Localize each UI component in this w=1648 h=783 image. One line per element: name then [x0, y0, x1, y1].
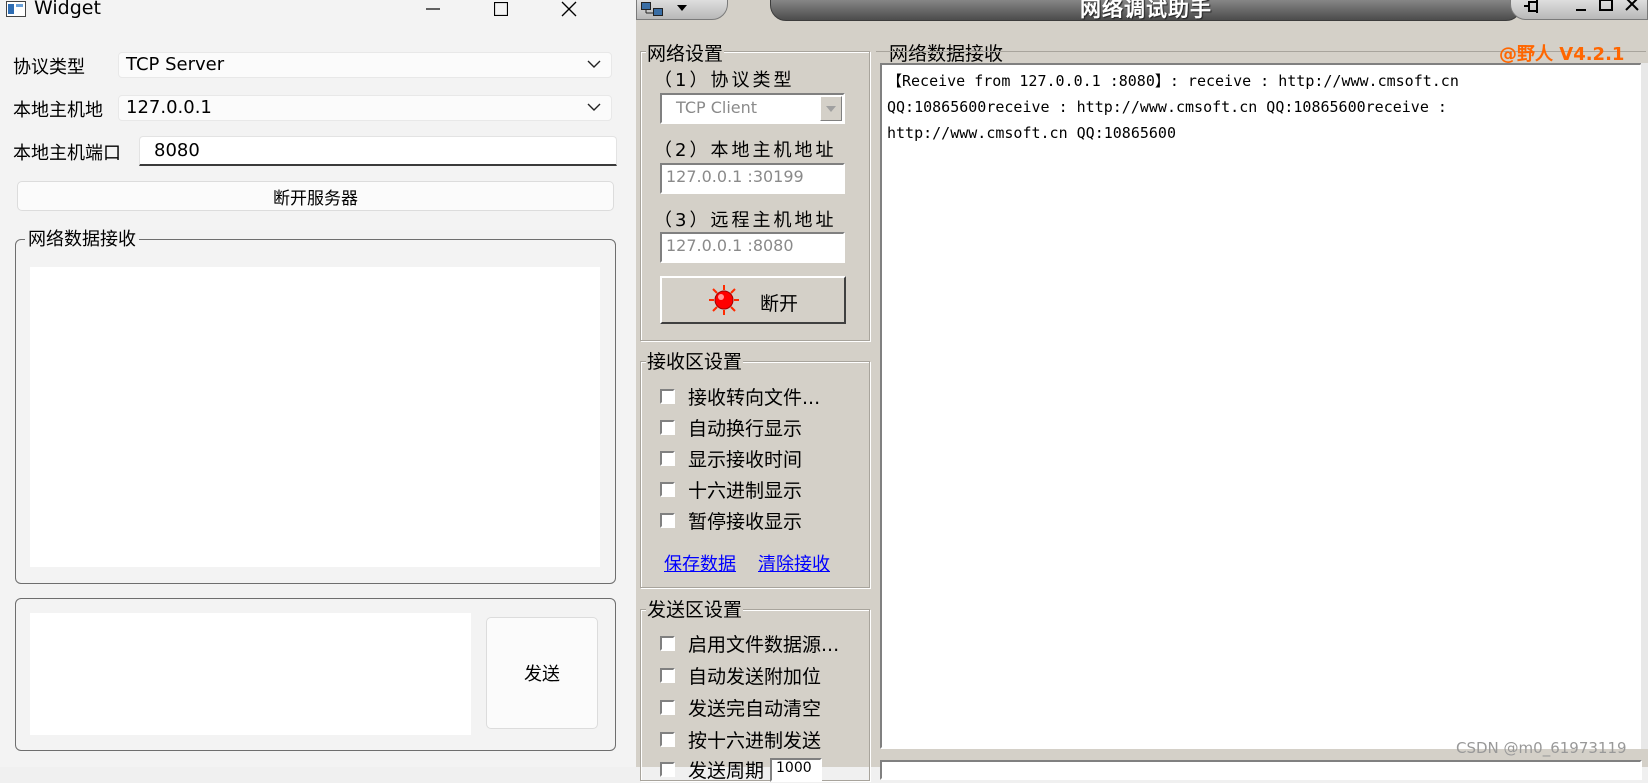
option-label: 自动发送附加位 [688, 666, 822, 688]
close-button[interactable] [546, 0, 592, 22]
title-banner: 网络调试助手 [770, 0, 1522, 21]
system-menu[interactable] [636, 0, 728, 20]
recv-display[interactable]: 【Receive from 127.0.0.1 :8080】: receive … [880, 63, 1642, 749]
option-label: 十六进制显示 [688, 480, 803, 502]
dropdown-arrow-icon [677, 5, 687, 11]
disconnect-button[interactable]: 断开 [660, 276, 846, 324]
window-title: 网络调试助手 [1080, 0, 1212, 21]
minimize-icon[interactable] [1575, 0, 1587, 13]
local-address-field[interactable]: 127.0.0.1 :30199 [660, 163, 845, 194]
save-data-link[interactable]: 保存数据 [664, 550, 736, 576]
maximize-button[interactable] [478, 0, 524, 22]
maximize-icon [494, 2, 508, 16]
watermark: CSDN @m0_61973119 [1456, 739, 1627, 757]
checkbox[interactable] [660, 451, 675, 466]
qt-widget-window: Widget 协议类型 TCP Server 本地主机地 127.0.0.1 本… [0, 0, 636, 767]
title-bar: Widget [0, 0, 636, 28]
netassist-window: 网络调试助手 网络设置 （1）协议类型 TCP Client （2）本地主机地址… [636, 0, 1648, 782]
send-option-autoclear[interactable]: 发送完自动清空 [660, 694, 821, 721]
protocol-value: TCP Server [126, 54, 225, 75]
port-value: 8080 [154, 140, 200, 161]
recv-option-redirect[interactable]: 接收转向文件... [660, 383, 820, 410]
checkbox[interactable] [660, 732, 675, 747]
send-option-append[interactable]: 自动发送附加位 [660, 662, 821, 689]
app-icon [641, 2, 663, 16]
remote-address-field[interactable]: 127.0.0.1 :8080 [660, 232, 845, 263]
host-select[interactable]: 127.0.0.1 [118, 95, 612, 121]
protocol-label: 协议类型 [13, 57, 85, 78]
title-bar: 网络调试助手 [636, 0, 1648, 27]
port-input[interactable]: 8080 [139, 136, 617, 166]
maximize-icon[interactable] [1599, 0, 1613, 11]
send-button[interactable]: 发送 [486, 617, 598, 729]
net-settings-title: 网络设置 [646, 39, 725, 66]
dropdown-arrow-icon [826, 105, 836, 112]
chevron-down-icon [587, 60, 601, 68]
checkbox[interactable] [660, 389, 675, 404]
port-label: 本地主机端口 [13, 143, 121, 164]
recv-panel-title: 网络数据接收 [888, 39, 1005, 66]
recv-option-hex[interactable]: 十六进制显示 [660, 476, 802, 503]
option-label: 暂停接收显示 [688, 511, 803, 533]
option-label: 显示接收时间 [688, 449, 803, 471]
option-label: 接收转向文件... [688, 387, 821, 409]
checkbox[interactable] [660, 482, 675, 497]
app-icon [6, 1, 26, 17]
option-label: 按十六进制发送 [688, 730, 822, 752]
minimize-icon [426, 8, 440, 10]
checkbox[interactable] [660, 668, 675, 683]
clear-recv-link[interactable]: 清除接收 [758, 550, 830, 576]
window-controls [1510, 0, 1648, 20]
window-title: Widget [34, 0, 101, 19]
recv-group-title: 网络数据接收 [25, 225, 139, 251]
send-input[interactable] [880, 760, 1642, 780]
pin-icon[interactable] [1523, 0, 1545, 15]
send-textarea[interactable] [30, 613, 471, 735]
close-icon[interactable] [1625, 0, 1639, 11]
chevron-down-icon [587, 103, 601, 111]
recv-textarea[interactable] [30, 267, 600, 567]
period-input[interactable]: 1000 [770, 757, 823, 782]
close-icon [561, 1, 577, 17]
recv-option-time[interactable]: 显示接收时间 [660, 445, 802, 472]
recv-option-wrap[interactable]: 自动换行显示 [660, 414, 802, 441]
checkbox[interactable] [660, 700, 675, 715]
disconnect-server-button[interactable]: 断开服务器 [17, 181, 614, 211]
recv-option-pause[interactable]: 暂停接收显示 [660, 507, 802, 534]
disconnect-label: 断开 [760, 293, 799, 315]
protocol-value: TCP Client [676, 98, 758, 117]
host-label: 本地主机地 [13, 100, 103, 121]
recv-scrollbar[interactable] [1641, 63, 1648, 749]
dropdown-button[interactable] [820, 96, 842, 121]
minimize-button[interactable] [410, 0, 456, 22]
checkbox[interactable] [660, 636, 675, 651]
remote-address-caption: （3）远程主机地址 [654, 210, 837, 231]
red-led-icon [709, 285, 739, 315]
option-label: 启用文件数据源... [688, 634, 840, 656]
protocol-select[interactable]: TCP Server [118, 52, 612, 78]
host-value: 127.0.0.1 [126, 97, 212, 118]
protocol-caption: （1）协议类型 [654, 70, 795, 91]
send-option-file[interactable]: 启用文件数据源... [660, 630, 839, 657]
option-label: 发送周期 [688, 760, 765, 782]
send-option-hex[interactable]: 按十六进制发送 [660, 726, 821, 753]
send-option-period[interactable]: 发送周期 1000 [660, 756, 823, 783]
local-address-caption: （2）本地主机地址 [654, 140, 837, 161]
checkbox[interactable] [660, 762, 675, 777]
protocol-select[interactable]: TCP Client [660, 93, 845, 124]
option-label: 发送完自动清空 [688, 698, 822, 720]
checkbox[interactable] [660, 513, 675, 528]
option-label: 自动换行显示 [688, 418, 803, 440]
checkbox[interactable] [660, 420, 675, 435]
send-settings-title: 发送区设置 [646, 595, 744, 622]
recv-settings-title: 接收区设置 [646, 347, 744, 374]
